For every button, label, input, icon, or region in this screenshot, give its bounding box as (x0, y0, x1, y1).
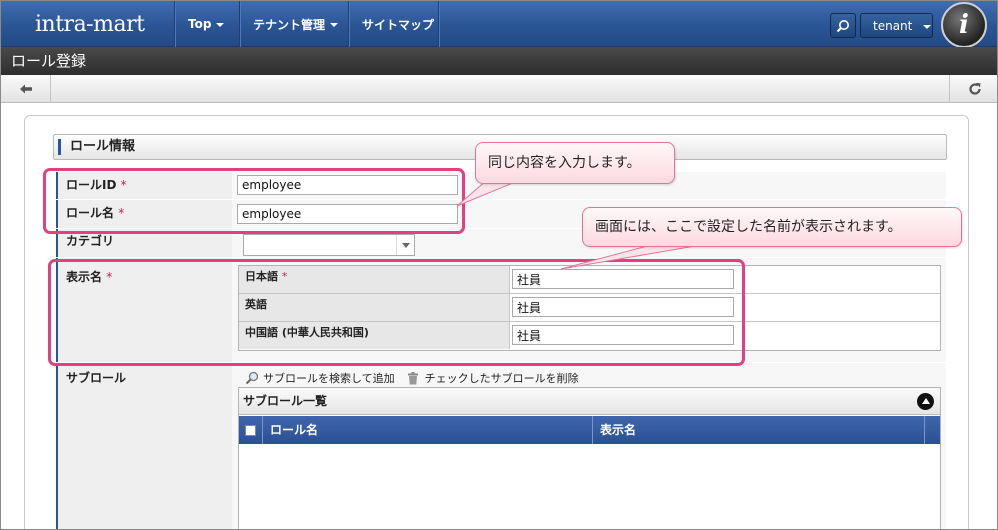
intra-mart-logo[interactable]: intra-mart (7, 1, 173, 47)
delete-checked-sub-role-link[interactable]: チェックしたサブロールを削除 (407, 370, 579, 386)
logo-text: intra-mart (35, 11, 145, 37)
page-title: ロール登録 (1, 47, 997, 75)
chevron-down-icon (330, 23, 339, 27)
nav-top-label: Top (188, 17, 212, 31)
nav-top-menu[interactable]: Top (175, 1, 237, 47)
tenant-label: tenant (873, 18, 913, 33)
user-avatar[interactable]: i (941, 2, 987, 48)
back-arrow-icon (19, 84, 32, 94)
tenant-menu-button[interactable]: tenant (860, 13, 933, 38)
sub-role-grid-header: ロール名 表示名 (239, 416, 940, 444)
column-header-role-name[interactable]: ロール名 (263, 416, 593, 444)
sub-role-list-title: サブロール一覧 (239, 388, 940, 415)
global-nav: intra-mart Top テナント管理 サイトマップ tenant i (1, 1, 997, 48)
collapse-icon[interactable] (917, 393, 934, 410)
nav-tenant-admin-label: テナント管理 (253, 17, 326, 32)
nav-sitemap-label: サイトマップ (362, 17, 435, 32)
select-all-checkbox[interactable] (245, 424, 256, 436)
reload-icon (968, 83, 981, 95)
sub-role-label-text: サブロール (66, 371, 127, 385)
category-select[interactable] (243, 234, 415, 256)
search-icon (245, 371, 259, 385)
page-toolbar (1, 75, 997, 103)
highlight-box-display-name (48, 259, 745, 366)
reload-button[interactable] (949, 75, 997, 103)
nav-sitemap[interactable]: サイトマップ (349, 1, 447, 47)
nav-divider (438, 1, 439, 47)
dropdown-arrow-icon (396, 235, 414, 255)
category-label-text: カテゴリ (66, 234, 115, 248)
search-icon (836, 19, 849, 32)
back-button[interactable] (1, 75, 51, 103)
sub-role-actions: サブロールを検索して追加 チェックしたサブロールを削除 (245, 369, 579, 387)
chevron-down-icon (216, 23, 225, 27)
column-header-display-name[interactable]: 表示名 (593, 416, 925, 444)
global-search-button[interactable] (830, 13, 856, 38)
select-all-cell (239, 416, 263, 444)
search-add-sub-role-link[interactable]: サブロールを検索して追加 (245, 370, 395, 386)
chevron-down-icon (923, 24, 932, 29)
highlight-box-role-id-name (43, 168, 465, 234)
sub-role-label: サブロール (56, 363, 232, 529)
callout-same-input: 同じ内容を入力します。 (475, 142, 675, 184)
trash-icon (407, 371, 418, 384)
sub-role-list: サブロール一覧 ロール名 表示名 (238, 387, 941, 529)
nav-tenant-admin-menu[interactable]: テナント管理 (240, 1, 351, 47)
avatar-letter: i (959, 10, 969, 40)
app-window: intra-mart Top テナント管理 サイトマップ tenant i ロー… (0, 0, 998, 530)
callout-display-note: 画面には、ここで設定した名前が表示されます。 (582, 207, 962, 247)
